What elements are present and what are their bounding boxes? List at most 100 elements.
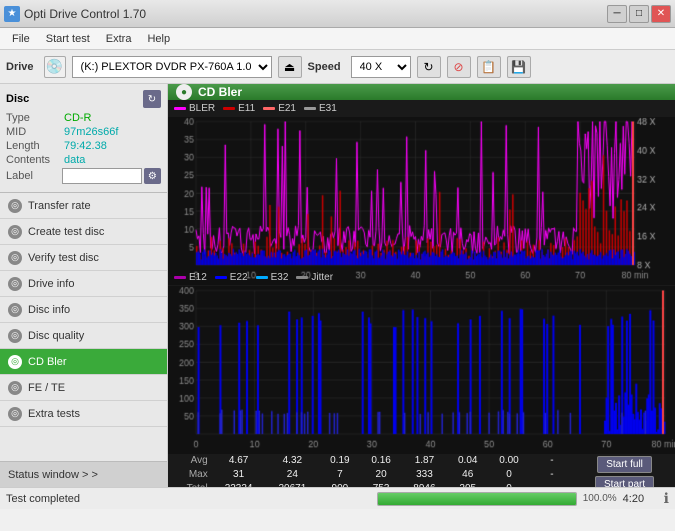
e32-label: E32 — [271, 272, 289, 283]
chart-area: ● CD Bler BLER E11 E21 — [168, 84, 675, 487]
stats-avg-e31: 0.16 — [360, 454, 401, 468]
status-window-button[interactable]: Status window > > — [0, 461, 167, 487]
length-label: Length — [6, 140, 64, 152]
nav-transfer-rate-label: Transfer rate — [28, 200, 91, 212]
cd-bler-header-icon: ● — [176, 84, 192, 100]
nav-disc-info[interactable]: ◎ Disc info — [0, 297, 167, 323]
e11-color — [223, 107, 235, 110]
create-test-disc-icon: ◎ — [8, 225, 22, 239]
mid-value: 97m26s66f — [64, 126, 118, 138]
start-part-button[interactable]: Start part — [595, 476, 654, 487]
charts-container: BLER E11 E21 E31 — [168, 100, 675, 438]
legend-e31: E31 — [304, 103, 337, 114]
nav-verify-test-disc[interactable]: ◎ Verify test disc — [0, 245, 167, 271]
e21-color — [263, 107, 275, 110]
nav-create-test-disc-label: Create test disc — [28, 226, 104, 238]
bottom-legend: E12 E22 E32 Jitter — [168, 269, 675, 286]
menu-extra[interactable]: Extra — [98, 31, 140, 47]
app-icon: ★ — [4, 6, 20, 22]
stats-total-e32: 0 — [488, 481, 529, 487]
legend-jitter: Jitter — [296, 272, 333, 283]
stats-max-e11: 24 — [265, 468, 319, 482]
progress-bar-fill — [378, 493, 576, 505]
disc-quality-icon: ◎ — [8, 329, 22, 343]
erase-button[interactable]: ⊘ — [447, 56, 471, 78]
speed-select[interactable]: 40 X — [351, 56, 411, 78]
sidebar: Disc ↻ Type CD-R MID 97m26s66f Length 79… — [0, 84, 168, 487]
stats-max-jitter: - — [530, 468, 575, 482]
status-time: 4:20 — [623, 493, 658, 505]
stats-avg-e12: 1.87 — [402, 454, 447, 468]
stats-total-e22: 205 — [447, 481, 488, 487]
bottom-chart-wrapper: E12 E22 E32 Jitter — [168, 269, 675, 438]
status-bar: Test completed 100.0% 4:20 ℹ — [0, 487, 675, 509]
close-button[interactable]: ✕ — [651, 5, 671, 23]
nav-transfer-rate[interactable]: ◎ Transfer rate — [0, 193, 167, 219]
menu-bar: File Start test Extra Help — [0, 28, 675, 50]
cd-bler-icon: ◎ — [8, 355, 22, 369]
label-input[interactable] — [62, 168, 142, 184]
nav-cd-bler[interactable]: ◎ CD Bler — [0, 349, 167, 375]
start-full-button[interactable]: Start full — [597, 456, 652, 473]
nav-create-test-disc[interactable]: ◎ Create test disc — [0, 219, 167, 245]
top-chart-wrapper: BLER E11 E21 E31 — [168, 100, 675, 269]
type-label: Type — [6, 112, 64, 124]
legend-e21: E21 — [263, 103, 296, 114]
legend-e32: E32 — [256, 272, 289, 283]
verify-test-disc-icon: ◎ — [8, 251, 22, 265]
label-label: Label — [6, 170, 62, 182]
top-legend: BLER E11 E21 E31 — [168, 100, 675, 117]
legend-bler: BLER — [174, 103, 215, 114]
e22-label: E22 — [230, 272, 248, 283]
stats-max-e32: 0 — [488, 468, 529, 482]
jitter-color — [296, 276, 308, 279]
extra-tests-icon: ◎ — [8, 407, 22, 421]
jitter-label: Jitter — [311, 272, 333, 283]
label-gear-button[interactable]: ⚙ — [144, 168, 161, 184]
stats-avg-e22: 0.04 — [447, 454, 488, 468]
stats-total-bler: 22324 — [212, 481, 266, 487]
maximize-button[interactable]: □ — [629, 5, 649, 23]
drive-icon: 💿 — [44, 56, 66, 78]
eject-button[interactable]: ⏏ — [278, 56, 302, 78]
refresh-button[interactable]: ↻ — [417, 56, 441, 78]
disc-title: Disc — [6, 93, 29, 105]
nav-fe-te-label: FE / TE — [28, 382, 65, 394]
stats-avg-jitter: - — [530, 454, 575, 468]
menu-start-test[interactable]: Start test — [38, 31, 98, 47]
length-value: 79:42.38 — [64, 140, 107, 152]
nav-drive-info[interactable]: ◎ Drive info — [0, 271, 167, 297]
speed-label: Speed — [308, 61, 341, 73]
main-area: Disc ↻ Type CD-R MID 97m26s66f Length 79… — [0, 84, 675, 487]
status-window-label: Status window > > — [8, 469, 98, 481]
stats-total-label: Total — [168, 481, 212, 487]
nav-disc-quality-label: Disc quality — [28, 330, 84, 342]
stats-avg-bler: 4.67 — [212, 454, 266, 468]
copy-button[interactable]: 📋 — [477, 56, 501, 78]
nav-disc-quality[interactable]: ◎ Disc quality — [0, 323, 167, 349]
legend-e12: E12 — [174, 272, 207, 283]
e31-color — [304, 107, 316, 110]
nav-extra-tests[interactable]: ◎ Extra tests — [0, 401, 167, 427]
nav-fe-te[interactable]: ◎ FE / TE — [0, 375, 167, 401]
minimize-button[interactable]: ─ — [607, 5, 627, 23]
bler-color — [174, 107, 186, 110]
disc-panel: Disc ↻ Type CD-R MID 97m26s66f Length 79… — [0, 84, 167, 193]
bottom-chart — [168, 286, 675, 454]
menu-help[interactable]: Help — [139, 31, 178, 47]
stats-total-e11: 20671 — [265, 481, 319, 487]
drive-select[interactable]: (K:) PLEXTOR DVDR PX-760A 1.07 — [72, 56, 272, 78]
title-bar: ★ Opti Drive Control 1.70 ─ □ ✕ — [0, 0, 675, 28]
menu-file[interactable]: File — [4, 31, 38, 47]
chart-title: CD Bler — [198, 85, 242, 99]
top-chart — [168, 117, 675, 285]
contents-label: Contents — [6, 154, 64, 166]
e22-color — [215, 276, 227, 279]
nav-extra-tests-label: Extra tests — [28, 408, 80, 420]
stats-action-cell: Start full Start part — [574, 454, 675, 487]
fe-te-icon: ◎ — [8, 381, 22, 395]
save-button[interactable]: 💾 — [507, 56, 531, 78]
stats-avg-label: Avg — [168, 454, 212, 468]
disc-refresh-button[interactable]: ↻ — [143, 90, 161, 108]
e12-label: E12 — [189, 272, 207, 283]
